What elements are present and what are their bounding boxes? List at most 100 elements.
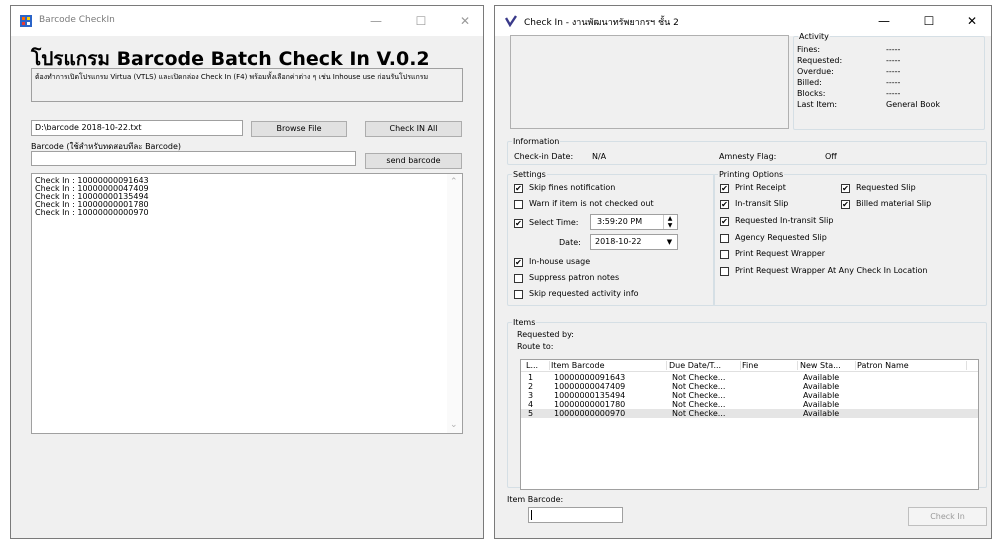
time-picker[interactable]: 3:59:20 PM ▲ ▼: [590, 214, 678, 230]
information-legend: Information: [513, 137, 560, 146]
table-cell: Available: [803, 373, 840, 382]
table-cell: 1: [528, 373, 534, 382]
time-value: 3:59:20 PM: [597, 217, 643, 226]
agency-requested-slip-checkbox[interactable]: [720, 234, 729, 243]
table-row[interactable]: 5 10000000000970 Not Checke... Available: [521, 409, 978, 418]
table-cell: Available: [803, 409, 840, 418]
browse-file-button[interactable]: Browse File: [251, 121, 347, 137]
activity-legend: Activity: [799, 32, 829, 41]
activity-row-value: -----: [886, 56, 901, 65]
date-picker[interactable]: 2018-10-22 ▼: [590, 234, 678, 250]
wrapper-any-location-checkbox[interactable]: [720, 267, 729, 276]
items-table[interactable]: L... Item Barcode Due Date/T... Fine New Sta…: [520, 359, 979, 490]
printing-options-legend: Printing Options: [719, 170, 784, 179]
skip-requested-activity-label: Skip requested activity info: [529, 289, 639, 298]
items-table-header: L... Item Barcode Due Date/T... Fine New Sta…: [521, 360, 978, 372]
table-row[interactable]: 4 10000000001780 Not Checke... Available: [521, 400, 978, 409]
instruction-note-box: ต้องทำการเปิดโปรแกรม Virtua (VTLS) และเป…: [31, 68, 463, 102]
print-request-wrapper-label: Print Request Wrapper: [735, 249, 826, 258]
scroll-down-icon[interactable]: ⌄: [450, 420, 458, 430]
requested-by-label: Requested by:: [517, 330, 574, 339]
text-caret: [531, 510, 532, 520]
skip-fines-checkbox[interactable]: ✔: [514, 184, 523, 193]
log-scrollbar[interactable]: ⌃ ⌄: [447, 174, 462, 433]
window-title: Check In - งานพัฒนาทรัพยากรฯ ชั้น 2: [524, 18, 679, 28]
close-button[interactable]: ✕: [443, 6, 483, 36]
checkin-date-value: N/A: [592, 152, 607, 161]
activity-row-value: -----: [886, 67, 901, 76]
chevron-down-icon[interactable]: ▼: [663, 235, 676, 249]
in-house-usage-checkbox[interactable]: ✔: [514, 258, 523, 267]
date-value: 2018-10-22: [595, 237, 642, 246]
suppress-patron-notes-checkbox[interactable]: [514, 274, 523, 283]
suppress-patron-notes-label: Suppress patron notes: [529, 273, 620, 282]
table-cell: 5: [528, 409, 534, 418]
send-barcode-button[interactable]: send barcode: [365, 153, 462, 169]
route-to-label: Route to:: [517, 342, 554, 351]
maximize-button[interactable]: ☐: [399, 6, 443, 36]
activity-row-value: -----: [886, 78, 901, 87]
app-icon: [20, 15, 32, 27]
print-receipt-checkbox[interactable]: ✔: [720, 184, 729, 193]
requested-slip-checkbox[interactable]: ✔: [841, 184, 850, 193]
barcode-input[interactable]: [31, 151, 356, 166]
in-transit-slip-checkbox[interactable]: ✔: [720, 200, 729, 209]
table-cell: 10000000001780: [554, 400, 626, 409]
minimize-button[interactable]: —: [354, 6, 398, 36]
select-time-checkbox[interactable]: ✔: [514, 219, 523, 228]
settings-group: Settings ✔ Skip fines notification Warn …: [507, 170, 715, 306]
billed-material-slip-label: Billed material Slip: [856, 199, 932, 208]
items-legend: Items: [513, 318, 536, 327]
checkin-log-list: Check In : 10000000091643 Check In : 1000…: [35, 177, 149, 217]
requested-slip-label: Requested Slip: [856, 183, 916, 192]
table-row[interactable]: 2 10000000047409 Not Checke... Available: [521, 382, 978, 391]
table-row[interactable]: 1 10000000091643 Not Checke... Available: [521, 373, 978, 382]
skip-requested-activity-checkbox[interactable]: [514, 290, 523, 299]
column-header[interactable]: Fine: [742, 361, 798, 370]
scroll-up-icon[interactable]: ⌃: [450, 177, 458, 187]
requested-in-transit-slip-checkbox[interactable]: ✔: [720, 217, 729, 226]
checkmark-icon: [505, 15, 517, 27]
in-house-usage-label: In-house usage: [529, 257, 591, 266]
column-header[interactable]: Patron Name: [857, 361, 967, 370]
checkin-log-box[interactable]: Check In : 10000000091643 Check In : 1000…: [31, 173, 463, 434]
column-header[interactable]: Due Date/T...: [669, 361, 741, 370]
print-request-wrapper-checkbox[interactable]: [720, 250, 729, 259]
date-label: Date:: [559, 238, 581, 247]
table-cell: Available: [803, 391, 840, 400]
file-path-field[interactable]: D:\barcode 2018-10-22.txt: [31, 120, 243, 136]
title-bar[interactable]: Barcode CheckIn — ☐ ✕: [11, 6, 483, 36]
wrapper-any-location-label: Print Request Wrapper At Any Check In Lo…: [735, 266, 928, 275]
table-cell: 10000000000970: [554, 409, 626, 418]
billed-material-slip-checkbox[interactable]: ✔: [841, 200, 850, 209]
column-header[interactable]: Item Barcode: [551, 361, 667, 370]
activity-row-label: Blocks:: [797, 89, 826, 98]
activity-row-label: Requested:: [797, 56, 843, 65]
check-in-button[interactable]: Check In: [908, 507, 987, 526]
activity-row-value: General Book: [886, 100, 940, 109]
table-cell: 10000000135494: [554, 391, 626, 400]
check-in-window: Check In - งานพัฒนาทรัพยากรฯ ชั้น 2 — ☐ …: [494, 5, 992, 539]
column-header[interactable]: L...: [526, 361, 550, 370]
table-cell: Not Checke...: [672, 400, 726, 409]
item-barcode-label: Item Barcode:: [507, 495, 564, 504]
item-barcode-input[interactable]: [528, 507, 623, 523]
check-in-all-button[interactable]: Check IN All: [365, 121, 462, 137]
table-cell: 3: [528, 391, 534, 400]
table-cell: Available: [803, 400, 840, 409]
table-cell: Not Checke...: [672, 373, 726, 382]
column-header[interactable]: New Sta...: [800, 361, 856, 370]
activity-row-value: -----: [886, 89, 901, 98]
log-line: Check In : 10000000000970: [35, 208, 149, 217]
table-cell: 2: [528, 382, 534, 391]
table-cell: Not Checke...: [672, 409, 726, 418]
warn-not-checked-out-checkbox[interactable]: [514, 200, 523, 209]
amnesty-flag-label: Amnesty Flag:: [719, 152, 777, 161]
table-cell: 4: [528, 400, 534, 409]
items-group: Items Requested by: Route to: L... Item B…: [507, 318, 987, 490]
warn-not-checked-out-label: Warn if item is not checked out: [529, 199, 654, 208]
table-row[interactable]: 3 10000000135494 Not Checke... Available: [521, 391, 978, 400]
time-spinner-icon[interactable]: ▲ ▼: [663, 215, 676, 229]
checkin-date-label: Check-in Date:: [514, 152, 574, 161]
file-path-text: D:\barcode 2018-10-22.txt: [35, 123, 142, 132]
